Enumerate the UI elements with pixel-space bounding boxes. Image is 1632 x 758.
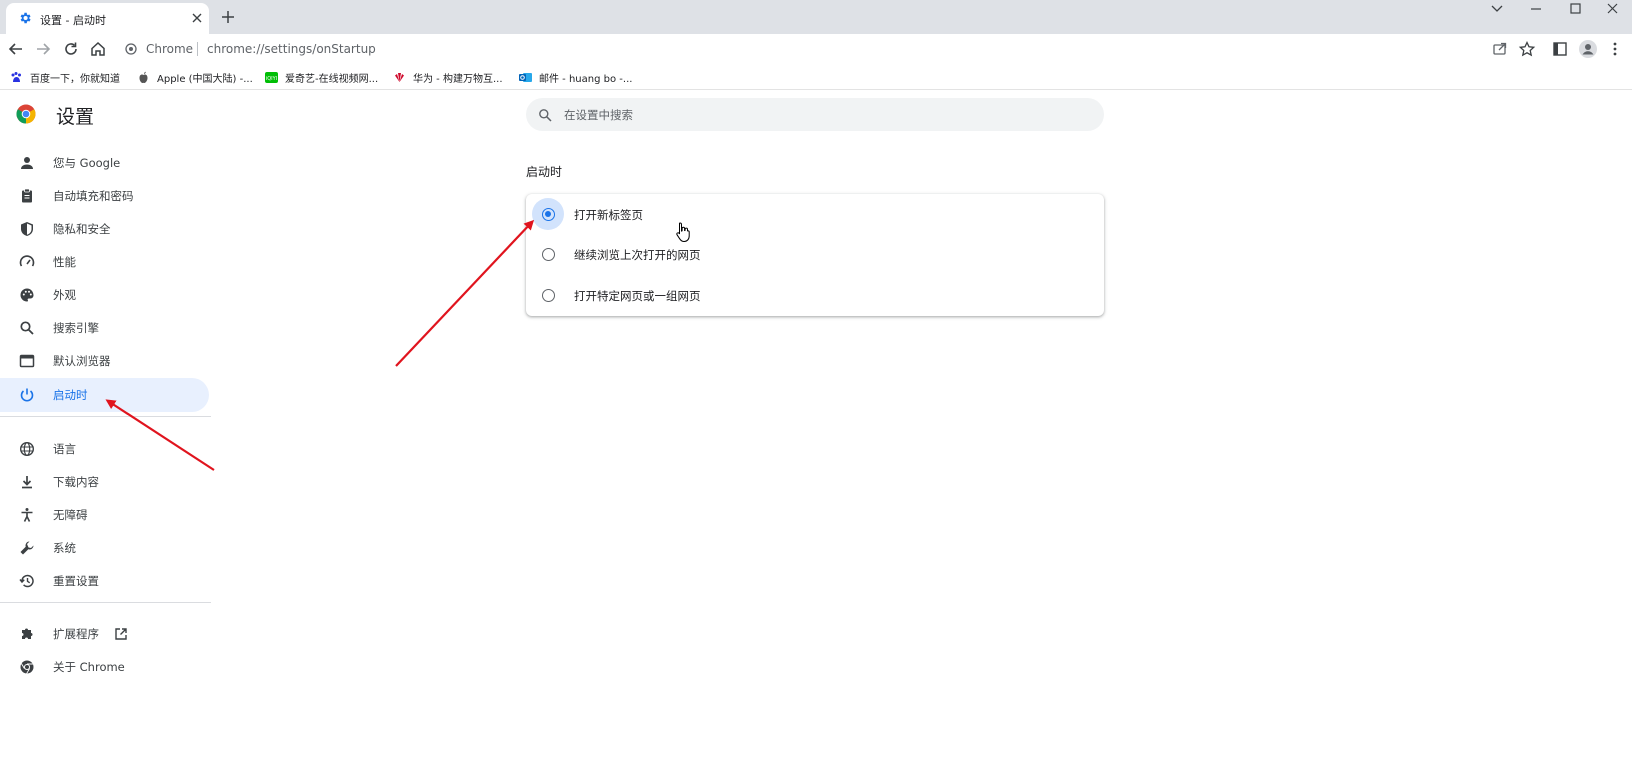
settings-sidebar: 设置 您与 Google 自动填充和密码 隐私和安全 性能 外观 搜索引擎 默认…	[0, 90, 211, 758]
maximize-icon[interactable]	[1556, 0, 1594, 20]
bookmark-outlook-mail[interactable]: 邮件 - huang bo -...	[519, 69, 632, 85]
radio-button[interactable]	[542, 248, 555, 261]
speedometer-icon	[19, 255, 35, 267]
download-icon	[22, 476, 32, 489]
bookmark-star-icon[interactable]	[1518, 40, 1536, 58]
search-icon	[539, 109, 552, 122]
settings-title: 设置	[56, 106, 95, 128]
wrench-icon	[20, 541, 34, 555]
reload-icon[interactable]	[62, 40, 80, 58]
sidebar-item-on-startup[interactable]: 启动时	[0, 378, 209, 412]
tab-close-icon[interactable]	[189, 10, 205, 26]
share-icon[interactable]	[1491, 40, 1509, 58]
iqiyi-icon: iQIYI	[265, 71, 278, 83]
clipboard-icon	[22, 188, 32, 203]
url-text[interactable]: chrome://settings/onStartup	[207, 42, 376, 56]
chrome-logo-icon	[16, 104, 36, 124]
radio-button[interactable]	[542, 289, 555, 302]
sidebar-item-default-browser[interactable]: 默认浏览器	[0, 344, 209, 378]
bookmark-iqiyi[interactable]: iQIYI 爱奇艺-在线视频网...	[265, 69, 378, 85]
section-title: 启动时	[526, 165, 563, 179]
search-icon	[20, 321, 34, 335]
person-icon	[21, 157, 33, 169]
startup-option-specific-pages[interactable]: 打开特定网页或一组网页	[526, 275, 1104, 315]
new-tab-icon[interactable]	[220, 9, 236, 25]
bookmark-apple[interactable]: Apple (中国大陆) -...	[137, 69, 253, 85]
startup-option-continue[interactable]: 继续浏览上次打开的网页	[526, 234, 1104, 274]
globe-icon	[19, 441, 35, 457]
close-window-icon[interactable]	[1594, 0, 1632, 20]
sidebar-item-search-engine[interactable]: 搜索引擎	[0, 311, 209, 345]
history-icon	[19, 574, 34, 588]
sidebar-item-appearance[interactable]: 外观	[0, 278, 209, 312]
tab-search-chevron-icon[interactable]	[1478, 0, 1516, 20]
active-tab[interactable]: 设置 - 启动时	[6, 3, 209, 34]
open-in-new-icon	[115, 628, 127, 640]
sidebar-divider	[0, 602, 211, 603]
sidebar-item-languages[interactable]: 语言	[0, 432, 209, 466]
bookmarks-bar: 百度一下，你就知道 Apple (中国大陆) -... iQIYI 爱奇艺-在线…	[0, 64, 1632, 90]
bookmark-baidu[interactable]: 百度一下，你就知道	[10, 69, 120, 85]
sidebar-item-system[interactable]: 系统	[0, 531, 209, 565]
site-chip-label: Chrome	[146, 42, 194, 56]
sidebar-item-downloads[interactable]: 下载内容	[0, 465, 209, 499]
browser-window-icon	[19, 354, 35, 368]
address-bar[interactable]: Chrome chrome://settings/onStartup	[119, 37, 1513, 61]
sidebar-item-autofill[interactable]: 自动填充和密码	[0, 179, 209, 213]
palette-icon	[20, 288, 34, 302]
baidu-icon	[11, 71, 21, 82]
chrome-site-icon[interactable]	[125, 43, 137, 55]
sidebar-divider	[0, 416, 211, 417]
svg-text:iQIYI: iQIYI	[266, 76, 277, 82]
forward-icon[interactable]	[34, 40, 52, 58]
accessibility-icon	[21, 508, 33, 522]
settings-gear-icon	[20, 12, 31, 24]
address-separator	[197, 42, 198, 56]
tab-strip: 设置 - 启动时	[0, 0, 1632, 34]
side-panel-icon[interactable]	[1551, 40, 1569, 58]
back-icon[interactable]	[7, 40, 25, 58]
search-input[interactable]: 在设置中搜索	[564, 107, 633, 123]
home-icon[interactable]	[89, 40, 107, 58]
settings-search[interactable]: 在设置中搜索	[526, 98, 1104, 131]
startup-options-card: 打开新标签页 继续浏览上次打开的网页 打开特定网页或一组网页	[526, 194, 1104, 316]
tab-title: 设置 - 启动时	[40, 14, 106, 27]
more-menu-icon[interactable]	[1606, 40, 1624, 58]
huawei-icon	[395, 72, 404, 82]
sidebar-item-about-chrome[interactable]: 关于 Chrome	[0, 650, 209, 684]
outlook-icon	[519, 72, 532, 82]
bookmark-huawei[interactable]: 华为 - 构建万物互...	[393, 69, 503, 85]
power-icon	[20, 388, 34, 402]
sidebar-item-you-and-google[interactable]: 您与 Google	[0, 146, 209, 180]
minimize-icon[interactable]	[1517, 0, 1555, 20]
sidebar-item-reset[interactable]: 重置设置	[0, 564, 209, 598]
sidebar-item-extensions[interactable]: 扩展程序	[0, 617, 209, 651]
apple-icon	[139, 71, 148, 83]
chrome-icon	[20, 660, 34, 674]
annotation-arrow-to-option	[395, 219, 535, 367]
puzzle-icon	[22, 628, 33, 639]
toolbar: Chrome chrome://settings/onStartup	[0, 34, 1632, 64]
radio-button[interactable]	[542, 208, 555, 221]
sidebar-item-accessibility[interactable]: 无障碍	[0, 498, 209, 532]
shield-icon	[21, 222, 33, 236]
startup-option-new-tab[interactable]: 打开新标签页	[526, 194, 1104, 234]
hand-cursor-icon	[676, 222, 690, 243]
sidebar-item-privacy[interactable]: 隐私和安全	[0, 212, 209, 246]
profile-avatar-icon[interactable]	[1578, 39, 1598, 59]
sidebar-item-performance[interactable]: 性能	[0, 245, 209, 279]
